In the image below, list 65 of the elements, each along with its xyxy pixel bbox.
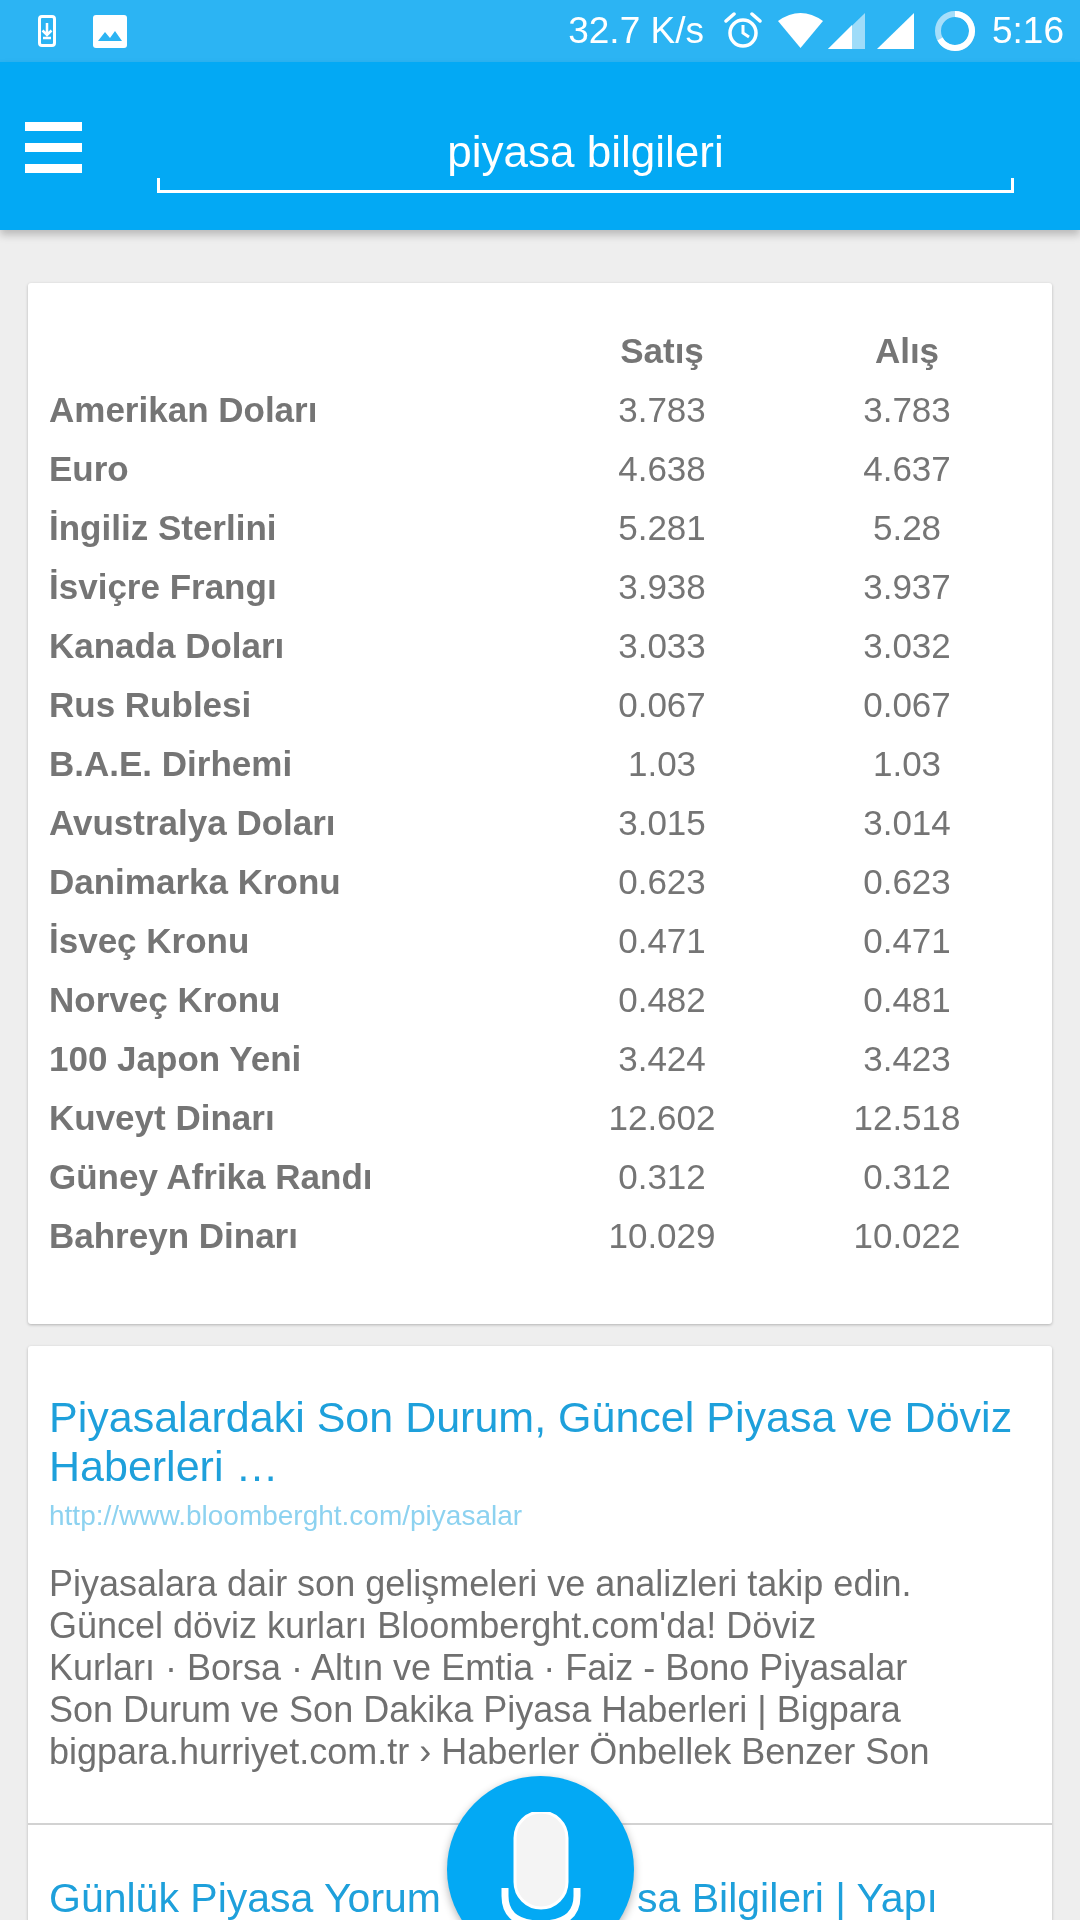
currency-name: 100 Japon Yeni [49, 1038, 302, 1081]
sell-rate: 4.638 [618, 448, 706, 491]
sell-rate: 1.03 [627, 743, 697, 786]
buy-rate: 10.022 [853, 1215, 961, 1258]
sell-rate: 3.033 [618, 625, 706, 668]
buy-rate: 3.937 [863, 566, 951, 609]
result-url: http://www.bloomberght.com/piyasalar [49, 1499, 523, 1533]
currency-name: İsveç Kronu [49, 920, 250, 963]
currency-name: Bahreyn Dinarı [49, 1215, 298, 1258]
sell-rate: 3.424 [618, 1038, 706, 1081]
wifi-icon [777, 13, 824, 49]
currency-name: B.A.E. Dirhemi [49, 743, 293, 786]
buy-rate: 0.067 [863, 684, 951, 727]
clock-time: 5:16 [992, 9, 1064, 53]
menu-button[interactable] [25, 122, 82, 173]
buy-rate: 0.481 [863, 979, 951, 1022]
sell-rate: 3.783 [618, 389, 706, 432]
buy-rate: 4.637 [863, 448, 951, 491]
image-icon [93, 14, 127, 48]
sell-rate: 0.482 [618, 979, 706, 1022]
currency-name: Norveç Kronu [49, 979, 281, 1022]
currency-name: Avustralya Doları [49, 802, 336, 845]
buy-rate: 5.28 [872, 507, 942, 550]
sell-rate: 0.471 [618, 920, 706, 963]
sell-rate: 10.029 [608, 1215, 716, 1258]
currency-name: Güney Afrika Randı [49, 1156, 373, 1199]
result-title[interactable]: sa Bilgileri | Yapı [637, 1875, 938, 1920]
result-title[interactable]: Günlük Piyasa Yorum [49, 1875, 441, 1920]
sell-rate: 0.312 [618, 1156, 706, 1199]
sell-rate: 3.015 [618, 802, 706, 845]
buy-rate: 0.312 [863, 1156, 951, 1199]
ring-icon [934, 10, 976, 52]
phone-download-icon [38, 15, 56, 47]
column-header: Alış [874, 331, 940, 371]
buy-rate: 1.03 [872, 743, 942, 786]
currency-name: Kanada Doları [49, 625, 285, 668]
buy-rate: 12.518 [853, 1097, 961, 1140]
column-header: Satış [620, 331, 704, 371]
buy-rate: 3.032 [863, 625, 951, 668]
currency-name: İsviçre Frangı [49, 566, 277, 609]
buy-rate: 3.783 [863, 389, 951, 432]
currency-name: Kuveyt Dinarı [49, 1097, 275, 1140]
search-field[interactable]: piyasa bilgileri [157, 121, 1014, 193]
sell-rate: 3.938 [618, 566, 706, 609]
sell-rate: 12.602 [608, 1097, 716, 1140]
buy-rate: 3.423 [863, 1038, 951, 1081]
cell-signal-icon [877, 13, 914, 49]
microphone-icon [500, 1812, 581, 1920]
sell-rate: 0.067 [618, 684, 706, 727]
buy-rate: 0.623 [863, 861, 951, 904]
cell-signal-icon [828, 13, 865, 49]
currency-name: Amerikan Doları [49, 389, 318, 432]
alarm-clock-icon [724, 12, 762, 50]
buy-rate: 3.014 [863, 802, 951, 845]
sell-rate: 5.281 [618, 507, 706, 550]
currency-name: Euro [49, 448, 129, 491]
network-speed: 32.7 K/s [568, 9, 704, 53]
result-snippet: Piyasalara dair son gelişmeleri ve analizleri takip edin. Güncel döviz kurları Bloomberght.com'da! Döviz Kurları · Borsa · Altın ve Emtia · Faiz - Bono Piyasalar Son Durum ve Son Dakika Piyasa Haberleri | Bigpara bigpara.hurriyet.com.tr › Haberler Önbellek Benzer Son [49, 1563, 930, 1773]
menu-icon [25, 122, 82, 173]
currency-name: İngiliz Sterlini [49, 507, 277, 550]
sell-rate: 0.623 [618, 861, 706, 904]
buy-rate: 0.471 [863, 920, 951, 963]
currency-name: Rus Rublesi [49, 684, 252, 727]
result-title[interactable]: Piyasalardaki Son Durum, Güncel Piyasa ve Döviz Haberleri … [49, 1393, 1031, 1491]
currency-name: Danimarka Kronu [49, 861, 341, 904]
